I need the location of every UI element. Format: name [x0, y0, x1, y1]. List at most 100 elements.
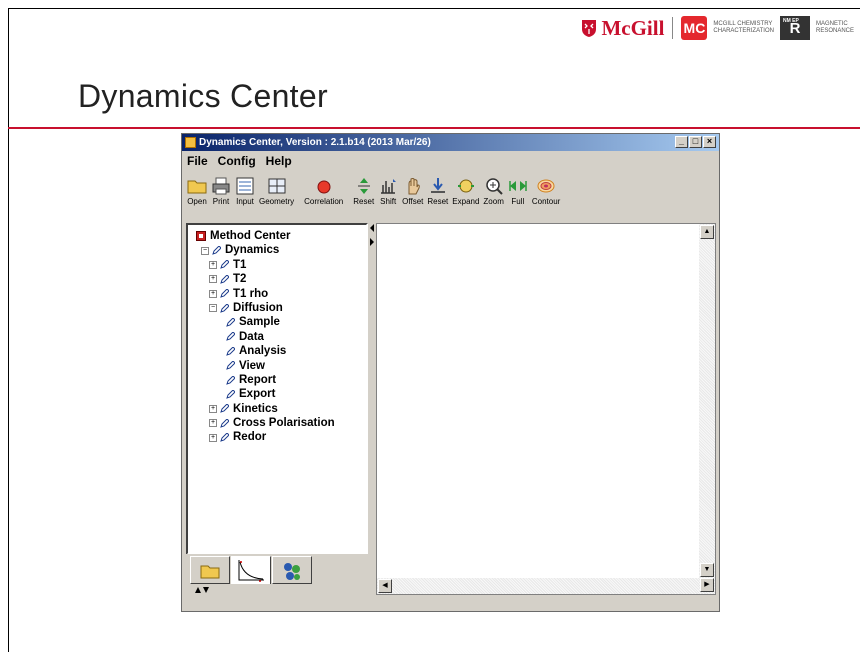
full-label: Full [511, 197, 525, 206]
pen-icon [220, 289, 229, 299]
zoom-icon [485, 178, 503, 195]
input-label: Input [236, 197, 254, 206]
mc-text-line2: Characterization [713, 28, 774, 34]
mr-text-line1: Magnetic [815, 21, 848, 27]
tree-collapse-icon[interactable]: − [201, 246, 209, 255]
contour-label: Contour [531, 197, 561, 206]
tree-root[interactable]: Method Center [196, 229, 335, 243]
reset-down-icon [430, 178, 445, 193]
expand-icon [457, 179, 474, 193]
scroll-left-arrow-icon[interactable]: ◀ [378, 579, 392, 593]
mc-badge: MC [681, 16, 708, 40]
tree-item-view[interactable]: View [196, 359, 335, 373]
tree-item-t2[interactable]: + T2 [196, 272, 335, 286]
molecule-icon [284, 563, 300, 580]
correlation-button[interactable]: Correlation [303, 176, 344, 206]
tree-item-label: View [239, 359, 265, 372]
pen-icon [220, 433, 229, 442]
maximize-button[interactable]: □ [689, 136, 702, 148]
tree-expand-icon[interactable]: + [209, 433, 217, 442]
pen-icon [220, 303, 229, 313]
correlation-label: Correlation [304, 197, 344, 206]
tree-item-label: Analysis [239, 345, 287, 358]
window-titlebar[interactable]: Dynamics Center, Version : 2.1.b14 (2013… [182, 134, 719, 151]
offset-button[interactable]: Offset [401, 176, 424, 206]
correlation-icon [317, 180, 331, 194]
printer-icon [212, 177, 230, 195]
tree-item-data[interactable]: Data [196, 330, 335, 344]
tree-expand-icon[interactable]: + [209, 260, 217, 269]
horizontal-scrollbar[interactable]: ◀ [377, 578, 699, 594]
contour-icon [537, 179, 555, 193]
geometry-button[interactable]: Geometry [258, 176, 295, 206]
pen-icon [220, 404, 229, 414]
vertical-scrollbar[interactable]: ▲ ▼ ▶ [699, 224, 715, 594]
menu-file[interactable]: File [187, 154, 208, 168]
tree-item-label: Data [239, 330, 264, 343]
tree-item-export[interactable]: Export [196, 387, 335, 401]
tree-item-diffusion[interactable]: − Diffusion [196, 301, 335, 315]
tree-item-t1-rho[interactable]: + T1 rho [196, 287, 335, 301]
tree-item-redor[interactable]: + Redor [196, 430, 335, 444]
pen-icon [220, 418, 229, 428]
scroll-down-arrow-icon[interactable]: ▼ [700, 563, 714, 577]
input-button[interactable]: Input [234, 176, 256, 206]
tree-item-label: Diffusion [233, 301, 283, 314]
menu-config[interactable]: Config [218, 154, 256, 168]
zoom-button[interactable]: Zoom [482, 176, 504, 206]
shift-button[interactable]: Shift [377, 176, 399, 206]
tab-molecule[interactable] [272, 556, 312, 584]
tree-item-dynamics[interactable]: − Dynamics [196, 243, 335, 257]
splitter-arrows-icon[interactable] [369, 223, 375, 251]
toolbar: Open Print Input Geometry Correlation Re… [186, 176, 561, 216]
nmr-small-text: NM EP [782, 18, 799, 24]
app-icon [185, 137, 196, 148]
tree-item-label: T2 [233, 273, 247, 286]
tab-files[interactable] [190, 556, 230, 584]
tree-collapse-icon[interactable]: − [209, 304, 217, 313]
tree-item-label: Kinetics [233, 402, 278, 415]
offset-label: Offset [402, 197, 424, 206]
plot-area[interactable]: ▲ ▼ ▶ ◀ [376, 223, 716, 595]
reset-button[interactable]: Reset [352, 176, 375, 206]
tree-item-report[interactable]: Report [196, 373, 335, 387]
nmr-badge: NM EP R [779, 16, 810, 40]
open-button[interactable]: Open [186, 176, 208, 206]
tree-item-cross-polarisation[interactable]: + Cross Polarisation [196, 416, 335, 430]
expand-button[interactable]: Expand [451, 176, 480, 206]
tree-item-sample[interactable]: Sample [196, 315, 335, 329]
tree-root-label: Method Center [210, 230, 291, 242]
menu-help[interactable]: Help [266, 154, 292, 168]
close-button[interactable]: × [703, 136, 716, 148]
tree-item-kinetics[interactable]: + Kinetics [196, 402, 335, 416]
pen-icon [226, 346, 235, 356]
geometry-icon [268, 178, 286, 194]
mc-text-line1: McGill Chemistry [713, 21, 773, 27]
tree-item-label: Cross Polarisation [233, 417, 335, 430]
scroll-right-arrow-icon[interactable]: ▶ [700, 578, 714, 592]
tree-item-t1[interactable]: + T1 [196, 258, 335, 272]
reset-down-button[interactable]: Reset [426, 176, 449, 206]
reset-icon [357, 178, 370, 194]
pen-icon [226, 332, 235, 342]
panel-tabs [186, 554, 368, 593]
tree-expand-icon[interactable]: + [209, 275, 217, 284]
window-controls: _ □ × [675, 136, 716, 148]
zoom-label: Zoom [483, 197, 504, 206]
tree-expand-icon[interactable]: + [209, 404, 217, 413]
pen-icon [226, 318, 235, 327]
contour-button[interactable]: Contour [531, 176, 561, 206]
status-bar [182, 597, 719, 611]
collapse-arrows-icon[interactable] [194, 586, 210, 594]
minimize-button[interactable]: _ [675, 136, 688, 148]
mc-text: McGill Chemistry Characterization [713, 21, 774, 35]
tree-expand-icon[interactable]: + [209, 419, 217, 428]
tree-item-analysis[interactable]: Analysis [196, 344, 335, 358]
full-button[interactable]: Full [507, 176, 529, 206]
tree-expand-icon[interactable]: + [209, 289, 217, 298]
window-title: Dynamics Center, Version : 2.1.b14 (2013… [199, 137, 431, 148]
tab-graph[interactable] [231, 556, 271, 584]
scroll-up-arrow-icon[interactable]: ▲ [700, 225, 714, 239]
method-tree: Method Center − Dynamics + T1 + T2 + T1 rho − D… [196, 229, 335, 445]
print-button[interactable]: Print [210, 176, 232, 206]
